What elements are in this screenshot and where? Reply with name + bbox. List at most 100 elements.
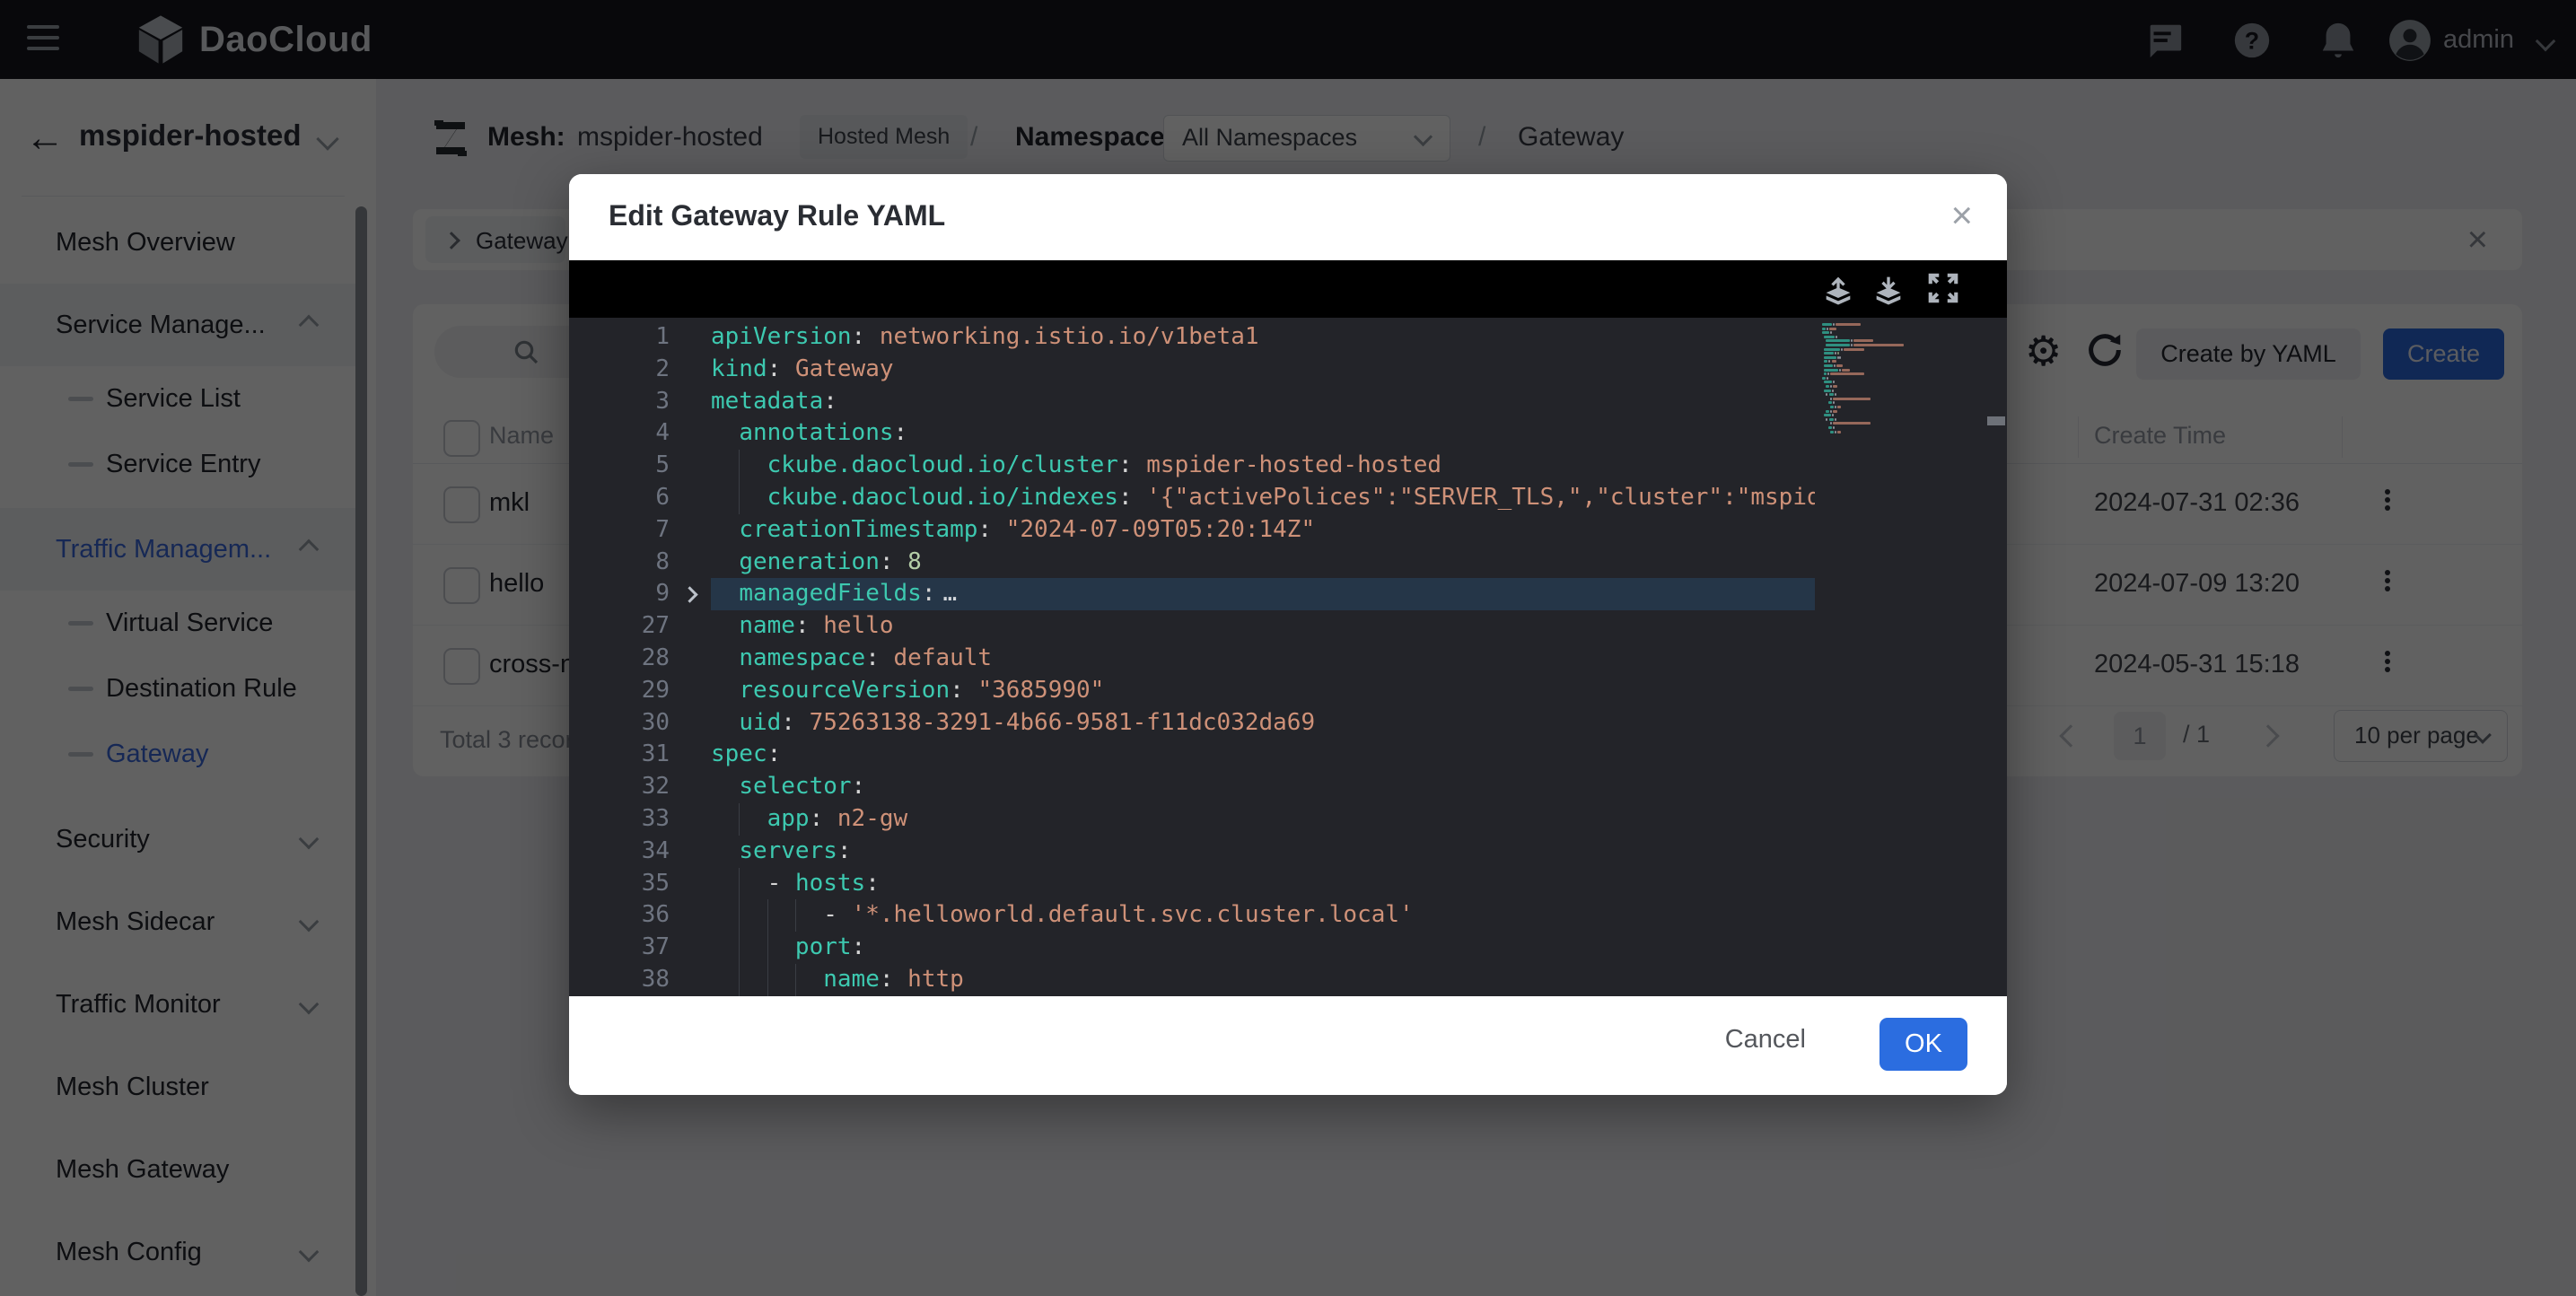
minimap-line xyxy=(1837,352,1839,355)
code-line-36: 36 - '*.helloworld.default.svc.cluster.l… xyxy=(569,899,1815,932)
indent-guide xyxy=(739,868,740,900)
editor-minimap[interactable] xyxy=(1815,318,1985,996)
modal-header: Edit Gateway Rule YAML × xyxy=(569,174,2007,260)
editor-toolbar xyxy=(569,260,2007,318)
fullscreen-icon[interactable] xyxy=(1926,271,1962,307)
fold-gutter xyxy=(670,899,711,932)
minimap-line xyxy=(1824,414,1830,416)
code-text: resourceVersion: "3685990" xyxy=(711,675,1815,707)
minimap-line xyxy=(1836,364,1843,367)
modal-close-icon[interactable]: × xyxy=(1950,194,1973,237)
line-number: 3 xyxy=(569,386,670,418)
line-number: 38 xyxy=(569,964,670,996)
minimap-line xyxy=(1833,410,1837,413)
minimap-line xyxy=(1839,369,1841,372)
line-number: 4 xyxy=(569,417,670,450)
minimap-line xyxy=(1836,336,1837,338)
minimap-line xyxy=(1833,401,1835,404)
minimap-line xyxy=(1830,331,1832,334)
line-number: 1 xyxy=(569,321,670,354)
fold-gutter xyxy=(670,386,711,418)
code-line-38: 38 name: http xyxy=(569,964,1815,996)
upload-icon[interactable] xyxy=(1820,271,1856,307)
line-number: 28 xyxy=(569,643,670,675)
minimap-line xyxy=(1822,377,1826,380)
minimap-line xyxy=(1835,393,1836,396)
modal-footer: Cancel OK xyxy=(569,996,2007,1095)
minimap-line xyxy=(1827,372,1829,375)
minimap-line xyxy=(1829,328,1836,330)
minimap-line xyxy=(1842,369,1850,372)
minimap-line xyxy=(1826,385,1828,388)
minimap-line xyxy=(1835,406,1836,408)
editor-scrollbar-thumb[interactable] xyxy=(1987,416,2005,425)
code-line-27: 27 name: hello xyxy=(569,610,1815,643)
cancel-button[interactable]: Cancel xyxy=(1725,1025,1806,1055)
minimap-line xyxy=(1822,331,1829,334)
minimap-line xyxy=(1833,398,1871,400)
minimap-line xyxy=(1841,348,1843,351)
code-text: selector: xyxy=(711,771,1815,803)
line-number: 29 xyxy=(569,675,670,707)
indent-guide xyxy=(739,932,740,964)
minimap-line xyxy=(1829,393,1834,396)
minimap-line xyxy=(1830,422,1832,425)
fold-gutter xyxy=(670,932,711,964)
code-text: - '*.helloworld.default.svc.cluster.loca… xyxy=(711,899,1815,932)
code-text: generation: 8 xyxy=(711,547,1815,579)
fold-gutter xyxy=(670,450,711,482)
minimap-line xyxy=(1824,356,1836,359)
code-text: ckube.daocloud.io/indexes: '{"activePoli… xyxy=(711,482,1815,514)
minimap-line xyxy=(1828,360,1830,363)
minimap-line xyxy=(1851,344,1853,346)
fold-chevron-right-icon[interactable] xyxy=(681,587,697,603)
download-icon[interactable] xyxy=(1871,271,1906,307)
minimap-line xyxy=(1834,364,1836,367)
indent-guide xyxy=(767,899,768,932)
minimap-line xyxy=(1822,328,1826,330)
editor-scrollbar[interactable] xyxy=(1985,318,2007,996)
code-line-31: 31spec: xyxy=(569,739,1815,771)
line-number: 6 xyxy=(569,482,670,514)
minimap-line xyxy=(1839,356,1841,359)
line-number: 27 xyxy=(569,610,670,643)
minimap-line xyxy=(1826,410,1828,413)
code-line-32: 32 selector: xyxy=(569,771,1815,803)
fold-gutter xyxy=(670,610,711,643)
minimap-line xyxy=(1832,414,1834,416)
indent-guide xyxy=(767,964,768,996)
minimap-line xyxy=(1833,426,1835,429)
code-line-2: 2kind: Gateway xyxy=(569,354,1815,386)
line-number: 2 xyxy=(569,354,670,386)
modal-title: Edit Gateway Rule YAML xyxy=(609,199,945,232)
line-number: 9 xyxy=(569,578,670,610)
minimap-line xyxy=(1833,385,1837,388)
minimap-line xyxy=(1835,352,1836,355)
minimap-line xyxy=(1824,372,1827,375)
indent-guide xyxy=(795,899,796,932)
minimap-line xyxy=(1824,364,1832,367)
fold-gutter xyxy=(670,803,711,836)
fold-gutter xyxy=(670,417,711,450)
code-text: name: hello xyxy=(711,610,1815,643)
fold-gutter xyxy=(670,771,711,803)
ok-button[interactable]: OK xyxy=(1879,1018,1967,1071)
fold-gutter xyxy=(670,354,711,386)
minimap-line xyxy=(1830,398,1832,400)
minimap-line xyxy=(1844,348,1864,351)
code-text: creationTimestamp: "2024-07-09T05:20:14Z… xyxy=(711,514,1815,547)
code-line-30: 30 uid: 75263138-3291-4b66-9581-f11dc032… xyxy=(569,707,1815,740)
fold-gutter xyxy=(670,964,711,996)
indent-guide xyxy=(739,482,740,514)
minimap-line xyxy=(1824,381,1831,383)
minimap-line xyxy=(1829,418,1834,421)
minimap-line xyxy=(1824,336,1835,338)
minimap-line xyxy=(1826,339,1849,342)
yaml-code-editor[interactable]: 1apiVersion: networking.istio.io/v1beta1… xyxy=(569,318,2007,996)
minimap-line xyxy=(1853,339,1873,342)
line-number: 5 xyxy=(569,450,670,482)
code-text: spec: xyxy=(711,739,1815,771)
minimap-line xyxy=(1835,431,1836,433)
minimap-line xyxy=(1828,401,1832,404)
code-line-34: 34 servers: xyxy=(569,836,1815,868)
